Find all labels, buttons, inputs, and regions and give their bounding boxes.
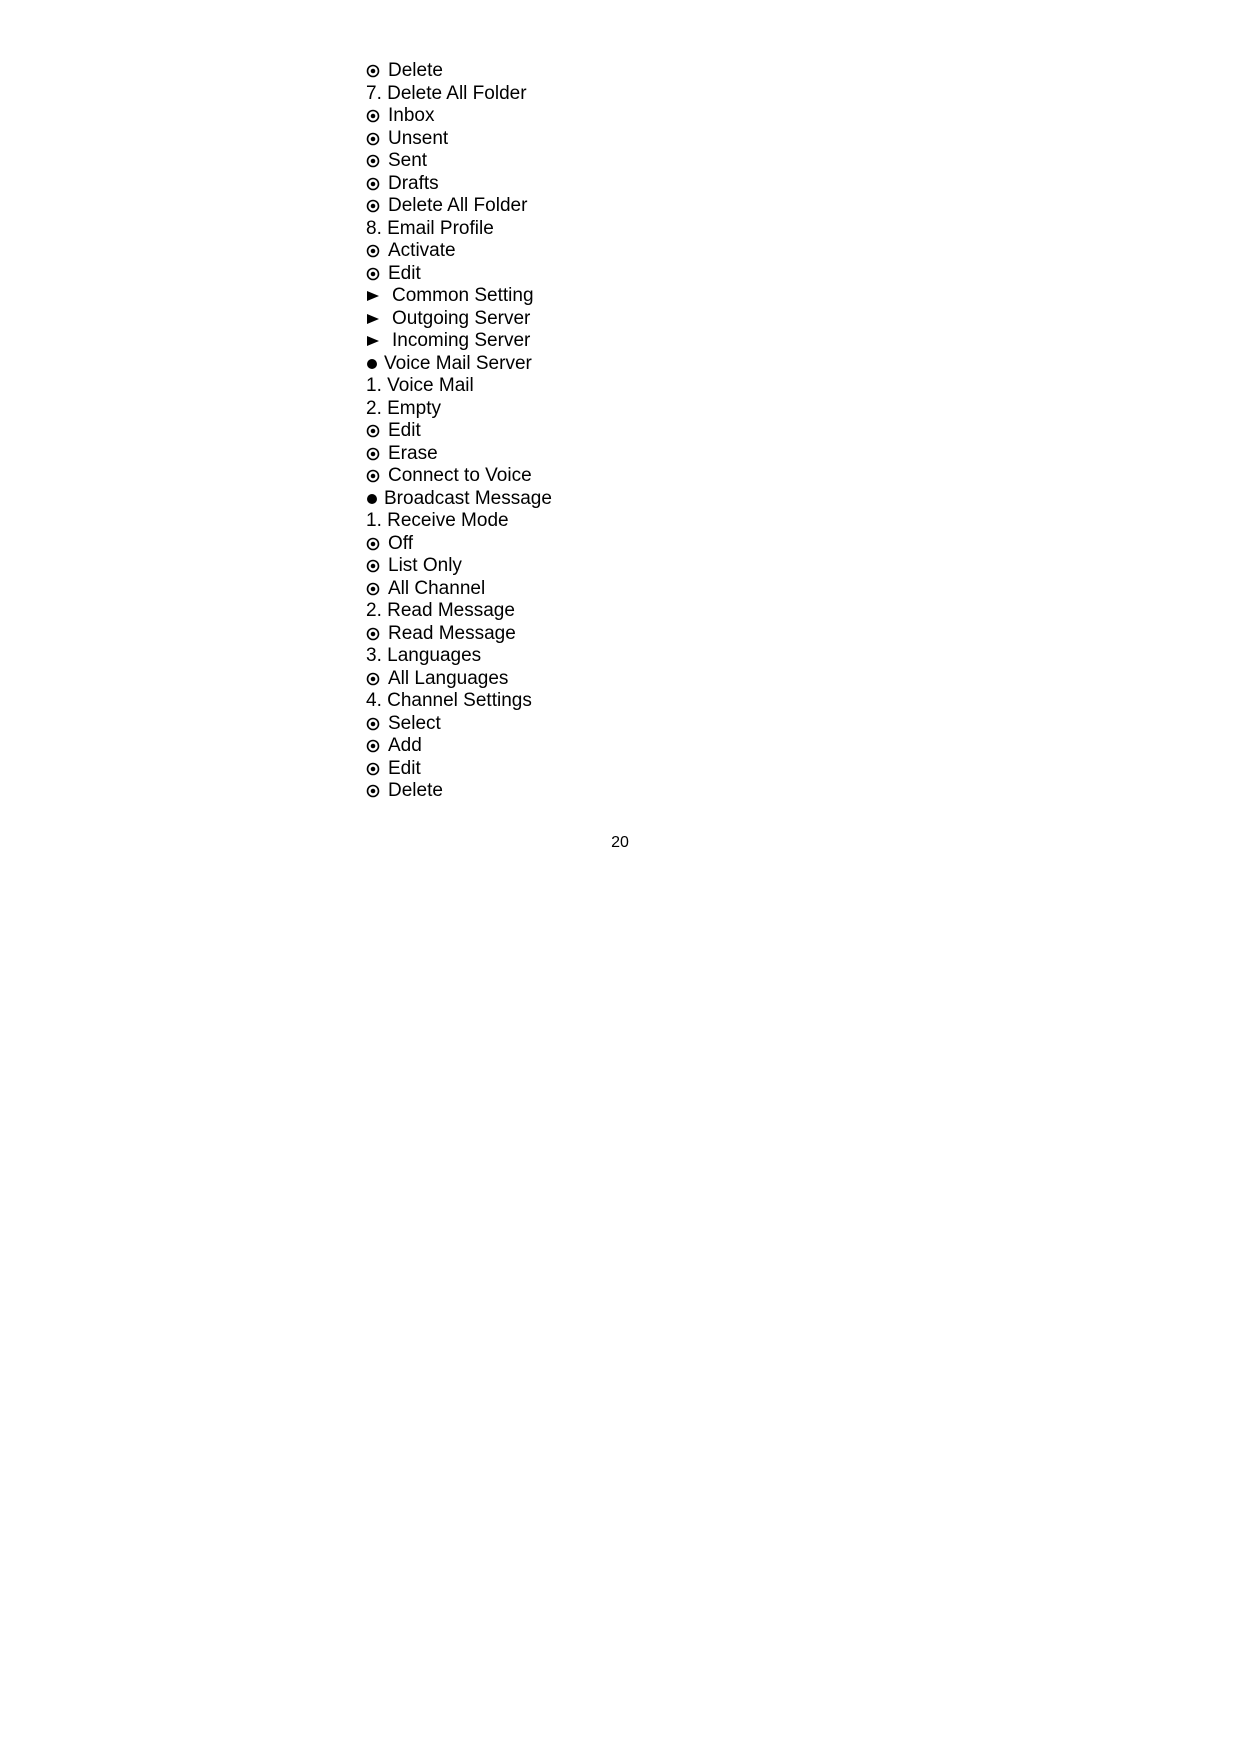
list-item-label: Off: [388, 533, 413, 556]
list-item: Activate: [366, 240, 866, 263]
list-item-label: Outgoing Server: [392, 308, 530, 331]
list-item-label: 1. Receive Mode: [366, 510, 509, 533]
list-item-label: Delete All Folder: [388, 195, 527, 218]
list-item-label: All Languages: [388, 668, 508, 691]
list-item-label: Sent: [388, 150, 427, 173]
list-item: Voice Mail Server: [366, 353, 866, 376]
list-item-label: Delete: [388, 60, 443, 83]
page-number: 20: [0, 834, 1240, 852]
list-item: Select: [366, 713, 866, 736]
list-item: Sent: [366, 150, 866, 173]
list-item: Incoming Server: [366, 330, 866, 353]
bullet-circle-dot-icon: [366, 533, 384, 556]
list-item-label: 2. Empty: [366, 398, 441, 421]
list-item-label: 3. Languages: [366, 645, 481, 668]
document-page: Delete7. Delete All FolderInboxUnsentSen…: [0, 0, 1240, 1755]
bullet-circle-dot-icon: [366, 128, 384, 151]
list-item-label: 7. Delete All Folder: [366, 83, 527, 106]
list-item-label: Edit: [388, 420, 421, 443]
bullet-disc-icon: [366, 488, 384, 511]
bullet-circle-dot-icon: [366, 465, 384, 488]
list-item: Connect to Voice: [366, 465, 866, 488]
list-item: 1. Receive Mode: [366, 510, 866, 533]
bullet-circle-dot-icon: [366, 735, 384, 758]
bullet-triangle-icon: [366, 308, 384, 331]
list-item: Outgoing Server: [366, 308, 866, 331]
bullet-circle-dot-icon: [366, 195, 384, 218]
list-item: Delete All Folder: [366, 195, 866, 218]
bullet-disc-icon: [366, 353, 384, 376]
bullet-circle-dot-icon: [366, 105, 384, 128]
list-item: 1. Voice Mail: [366, 375, 866, 398]
list-item: Unsent: [366, 128, 866, 151]
list-item-label: Inbox: [388, 105, 434, 128]
list-item-label: All Channel: [388, 578, 485, 601]
bullet-circle-dot-icon: [366, 780, 384, 803]
list-item: Off: [366, 533, 866, 556]
list-item: 2. Read Message: [366, 600, 866, 623]
bullet-circle-dot-icon: [366, 173, 384, 196]
list-item-label: Erase: [388, 443, 438, 466]
list-item: Drafts: [366, 173, 866, 196]
bullet-triangle-icon: [366, 330, 384, 353]
list-item-label: 4. Channel Settings: [366, 690, 532, 713]
list-item: Erase: [366, 443, 866, 466]
list-item: Edit: [366, 263, 866, 286]
bullet-circle-dot-icon: [366, 713, 384, 736]
list-item-label: Connect to Voice: [388, 465, 532, 488]
list-item: Common Setting: [366, 285, 866, 308]
list-item-label: Select: [388, 713, 441, 736]
list-item: Broadcast Message: [366, 488, 866, 511]
bullet-triangle-icon: [366, 285, 384, 308]
list-item: Inbox: [366, 105, 866, 128]
list-item: List Only: [366, 555, 866, 578]
list-item-label: Unsent: [388, 128, 448, 151]
list-item: 8. Email Profile: [366, 218, 866, 241]
list-item: Delete: [366, 780, 866, 803]
list-item: 2. Empty: [366, 398, 866, 421]
list-item: 4. Channel Settings: [366, 690, 866, 713]
list-item: 3. Languages: [366, 645, 866, 668]
list-item: All Channel: [366, 578, 866, 601]
list-item-label: List Only: [388, 555, 462, 578]
list-item-label: Drafts: [388, 173, 439, 196]
list-item-label: 1. Voice Mail: [366, 375, 474, 398]
bullet-circle-dot-icon: [366, 240, 384, 263]
bullet-circle-dot-icon: [366, 263, 384, 286]
list-item-label: Read Message: [388, 623, 516, 646]
list-item-label: Edit: [388, 263, 421, 286]
list-item-label: Common Setting: [392, 285, 534, 308]
list-item-label: 8. Email Profile: [366, 218, 494, 241]
bullet-circle-dot-icon: [366, 420, 384, 443]
bullet-circle-dot-icon: [366, 668, 384, 691]
bullet-circle-dot-icon: [366, 150, 384, 173]
list-item-label: 2. Read Message: [366, 600, 515, 623]
list-item: Edit: [366, 758, 866, 781]
list-item: 7. Delete All Folder: [366, 83, 866, 106]
bullet-circle-dot-icon: [366, 578, 384, 601]
list-item-label: Add: [388, 735, 422, 758]
list-item-label: Voice Mail Server: [384, 353, 532, 376]
list-item: All Languages: [366, 668, 866, 691]
bullet-circle-dot-icon: [366, 758, 384, 781]
bullet-circle-dot-icon: [366, 623, 384, 646]
list-item: Edit: [366, 420, 866, 443]
list-item-label: Delete: [388, 780, 443, 803]
list-item: Delete: [366, 60, 866, 83]
bullet-circle-dot-icon: [366, 443, 384, 466]
list-item: Add: [366, 735, 866, 758]
list-item-label: Edit: [388, 758, 421, 781]
list-item: Read Message: [366, 623, 866, 646]
list-item-label: Broadcast Message: [384, 488, 552, 511]
list-item-label: Activate: [388, 240, 456, 263]
bullet-circle-dot-icon: [366, 555, 384, 578]
bullet-circle-dot-icon: [366, 60, 384, 83]
outline-list: Delete7. Delete All FolderInboxUnsentSen…: [366, 60, 866, 803]
list-item-label: Incoming Server: [392, 330, 530, 353]
